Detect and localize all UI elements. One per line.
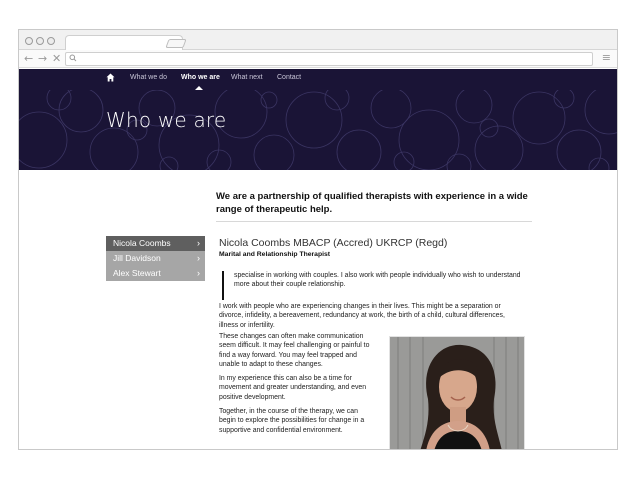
divider: [216, 221, 532, 222]
profile-name: Nicola Coombs MBACP (Accred) UKRCP (Regd…: [219, 237, 448, 249]
stop-icon[interactable]: ✕: [52, 52, 61, 65]
window-maximize-dot[interactable]: [47, 37, 55, 45]
search-icon: [69, 54, 77, 62]
forward-icon[interactable]: →: [38, 52, 47, 65]
profile-paragraph: Together, in the course of the therapy, …: [219, 408, 365, 434]
sidebar-item-label: Alex Stewart: [113, 268, 161, 278]
profile-role: Marital and Relationship Therapist: [219, 251, 331, 258]
home-icon[interactable]: [106, 73, 115, 82]
profile-content: Nicola Coombs MBACP (Accred) UKRCP (Regd…: [219, 237, 534, 434]
back-icon[interactable]: ←: [24, 52, 33, 65]
therapist-sidebar: Nicola Coombs › Jill Davidson › Alex Ste…: [106, 236, 205, 281]
sidebar-item-label: Jill Davidson: [113, 253, 161, 263]
profile-column: These changes can often make communicati…: [219, 332, 376, 440]
tab-strip: ×: [19, 30, 617, 51]
new-tab-button[interactable]: [165, 39, 187, 48]
nav-what-next[interactable]: What next: [231, 74, 263, 81]
nav-what-we-do[interactable]: What we do: [130, 74, 167, 81]
nav-who-we-are[interactable]: Who we are: [181, 74, 220, 81]
browser-window: × ← → ✕ ≡ What we do Who we are What nex…: [18, 29, 618, 450]
therapist-portrait: [389, 336, 525, 449]
window-close-dot[interactable]: [25, 37, 33, 45]
intro-statement: We are a partnership of qualified therap…: [216, 191, 528, 215]
sidebar-item-label: Nicola Coombs: [113, 238, 171, 248]
browser-tab[interactable]: ×: [65, 35, 183, 51]
sidebar-item-alex-stewart[interactable]: Alex Stewart ›: [106, 266, 205, 281]
chevron-right-icon: ›: [197, 268, 200, 278]
browser-toolbar: ← → ✕ ≡: [19, 50, 617, 68]
menu-icon[interactable]: ≡: [602, 51, 611, 64]
sidebar-item-jill-davidson[interactable]: Jill Davidson ›: [106, 251, 205, 266]
dropcap-i: [222, 271, 224, 300]
profile-paragraph: I work with people who are experiencing …: [219, 303, 505, 329]
profile-paragraph: specialise in working with couples. I al…: [234, 272, 521, 289]
page-title: Who we are: [106, 108, 227, 132]
address-bar[interactable]: [65, 52, 593, 66]
hero-banner: Who we are: [19, 90, 617, 170]
chevron-right-icon: ›: [197, 238, 200, 248]
nav-contact[interactable]: Contact: [277, 74, 301, 81]
chevron-right-icon: ›: [197, 253, 200, 263]
sidebar-item-nicola-coombs[interactable]: Nicola Coombs ›: [106, 236, 205, 251]
site-navigation: What we do Who we are What next Contact: [19, 69, 617, 90]
profile-paragraph: In my experience this can also be a time…: [219, 375, 367, 401]
profile-paragraph: These changes can often make communicati…: [219, 333, 370, 368]
window-minimize-dot[interactable]: [36, 37, 44, 45]
